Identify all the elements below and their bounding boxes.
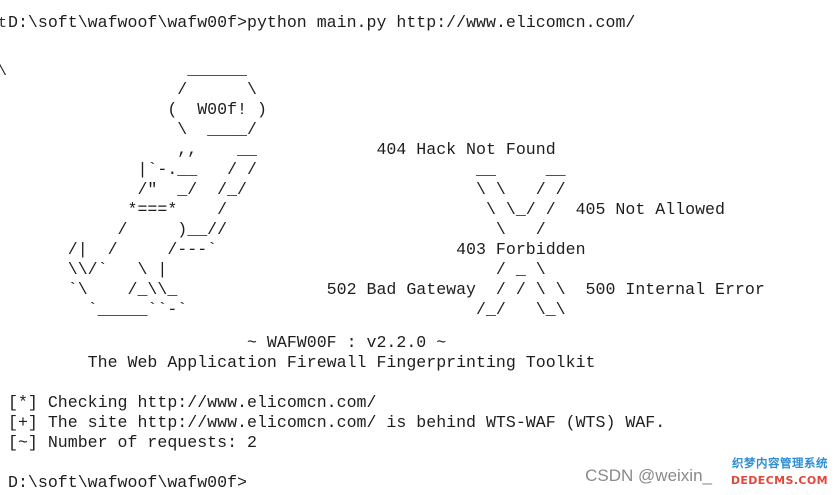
output-line-requests: [~] Number of requests: 2	[8, 433, 257, 452]
output-line-result: [+] The site http://www.elicomcn.com/ is…	[8, 413, 666, 432]
toolkit-description: The Web Application Firewall Fingerprint…	[8, 353, 596, 372]
csdn-watermark: CSDN @weixin_	[585, 466, 712, 485]
command-prompt: D:\soft\wafwoof\wafw00f>	[8, 13, 247, 32]
wafw00f-banner-art: ______ / \ ( W00f! ) \ ____/ ,, __ 404 H…	[67, 60, 765, 319]
edge-glyph-1: t	[0, 15, 8, 32]
final-prompt: D:\soft\wafwoof\wafw00f>	[8, 473, 247, 492]
edge-glyph-2: \	[0, 62, 7, 82]
command-line: D:\soft\wafwoof\wafw00f>python main.py h…	[8, 13, 635, 33]
dedecms-logo-domain: DEDECMS.COM	[730, 474, 828, 487]
version-line: ~ WAFW00F : v2.2.0 ~	[8, 333, 447, 352]
dedecms-logo: 织梦内容管理系统 DEDECMS.COM	[718, 456, 830, 488]
dedecms-logo-title: 织梦内容管理系统	[732, 456, 828, 470]
left-edge-strip: t \	[0, 0, 8, 495]
output-line-checking: [*] Checking http://www.elicomcn.com/	[8, 393, 377, 412]
command-text: python main.py http://www.elicomcn.com/	[247, 13, 636, 32]
terminal-window[interactable]: t \ D:\soft\wafwoof\wafw00f>python main.…	[0, 0, 836, 495]
